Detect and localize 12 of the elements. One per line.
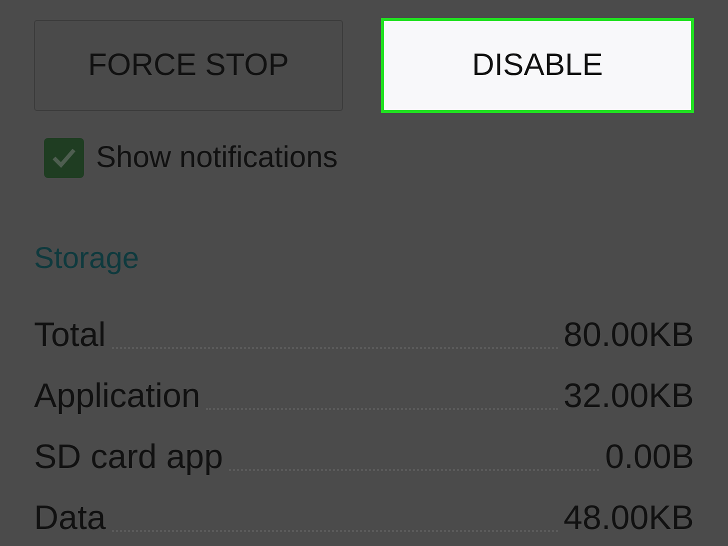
row-value: 48.00KB bbox=[564, 498, 694, 538]
row-value: 32.00KB bbox=[564, 376, 694, 416]
row-label: SD card app bbox=[34, 437, 223, 477]
row-value: 0.00B bbox=[605, 437, 694, 477]
row-value: 80.00KB bbox=[564, 315, 694, 355]
row-label: Data bbox=[34, 498, 106, 538]
section-title: Storage bbox=[34, 241, 140, 277]
action-button[interactable]: DISABLE bbox=[381, 18, 694, 113]
checkbox-label: Show notifications bbox=[96, 140, 338, 176]
checkbox[interactable] bbox=[44, 138, 84, 178]
row-label: Total bbox=[34, 315, 106, 355]
row-label: Application bbox=[34, 376, 200, 416]
